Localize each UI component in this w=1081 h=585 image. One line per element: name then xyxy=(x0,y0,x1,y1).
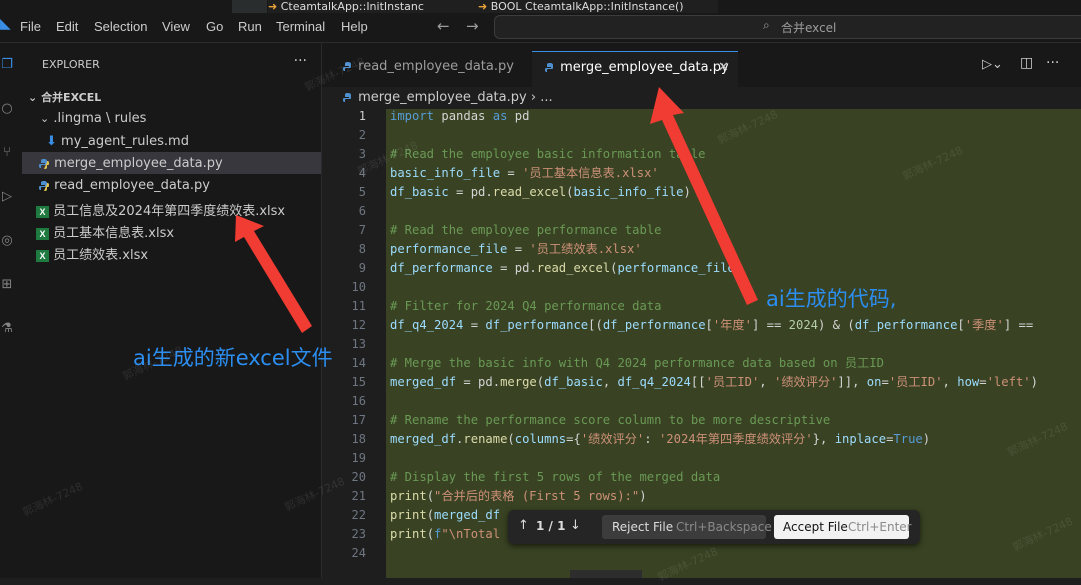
annotation-code: ai生成的代码, xyxy=(766,287,897,311)
annotation-overlay xyxy=(235,87,758,333)
arrow-to-code-tab xyxy=(650,87,758,305)
annotation-new-file: ai生成的新excel文件 xyxy=(133,346,333,370)
arrow-to-new-file xyxy=(235,215,312,333)
